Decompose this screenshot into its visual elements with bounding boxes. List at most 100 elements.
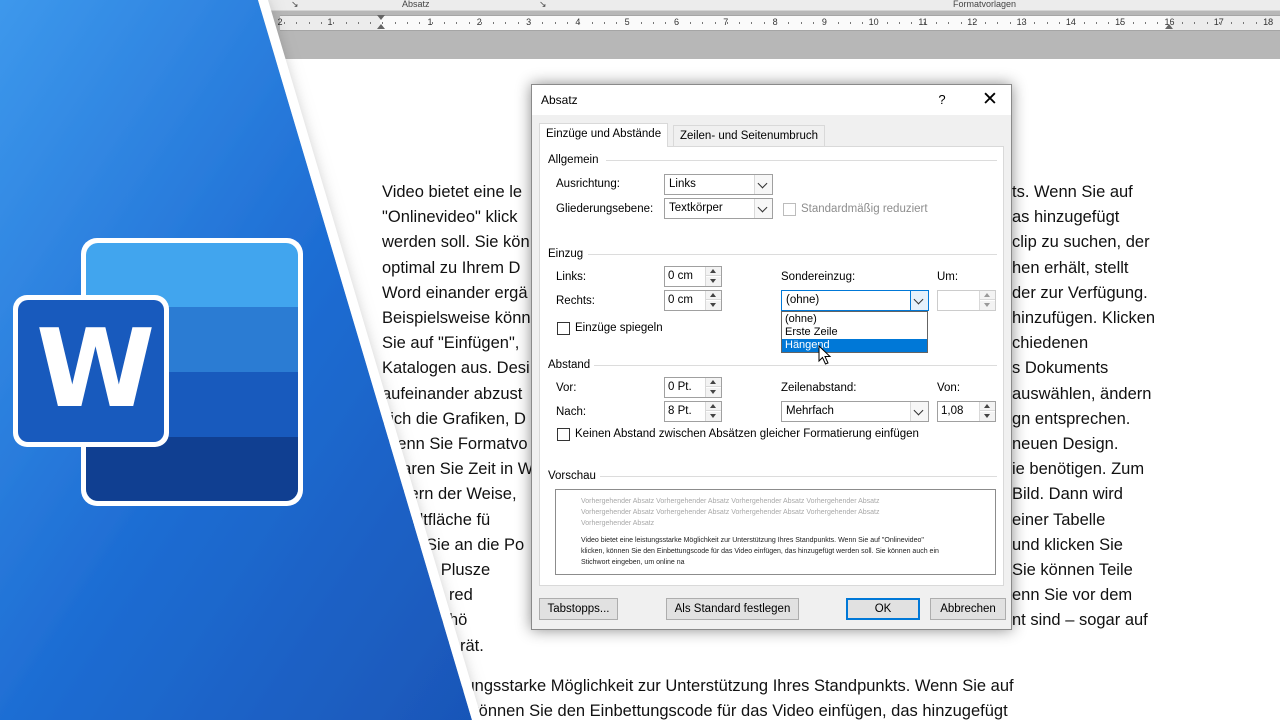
- tab-panel: Allgemein Ausrichtung: Links Gliederungs…: [539, 146, 1004, 586]
- ruler-tick: [948, 22, 950, 24]
- outline-level-select[interactable]: Textkörper: [664, 198, 773, 219]
- indent-left-label: Links:: [556, 271, 587, 283]
- special-indent-value: (ohne): [786, 294, 820, 306]
- indent-by-spinner[interactable]: [937, 290, 996, 311]
- spin-up-icon[interactable]: [706, 402, 721, 411]
- option-hanging[interactable]: Hängend: [782, 339, 927, 352]
- space-before-spinner[interactable]: 0 Pt.: [664, 377, 722, 398]
- ruler-tick: [862, 22, 864, 24]
- outline-level-value: Textkörper: [669, 202, 723, 214]
- space-after-label: Nach:: [556, 406, 587, 418]
- alignment-select[interactable]: Links: [664, 174, 773, 195]
- ruler-tick: [1083, 22, 1085, 24]
- right-indent-marker[interactable]: [1165, 24, 1173, 29]
- ruler-tick: [1058, 22, 1060, 24]
- ruler-tick: [763, 22, 765, 24]
- ruler-tick: [825, 22, 827, 24]
- ruler-tick: [1218, 22, 1220, 24]
- ruler-tick: [1243, 22, 1245, 24]
- spin-up-icon[interactable]: [980, 402, 995, 411]
- mirror-indents-label: Einzüge spiegeln: [575, 322, 663, 334]
- spin-up-icon[interactable]: [706, 267, 721, 276]
- ruler-tick: [788, 22, 790, 24]
- preview-previous-line: Vorhergehender Absatz Vorhergehender Abs…: [581, 509, 880, 516]
- ruler-tick: [1022, 22, 1023, 24]
- option-first-line[interactable]: Erste Zeile: [782, 326, 927, 339]
- spinner-buttons: [705, 291, 721, 310]
- document-line: und klicken Sie: [1012, 535, 1123, 554]
- space-before-value: 0 Pt.: [668, 381, 692, 393]
- ruler-tick: [960, 22, 962, 24]
- document-line: ts. Wenn Sie auf: [1012, 183, 1133, 201]
- ruler-tick: [1095, 22, 1097, 24]
- spin-down-icon[interactable]: [706, 412, 721, 421]
- line-spacing-at-spinner[interactable]: 1,08: [937, 401, 996, 422]
- ruler-number: 1: [327, 17, 333, 27]
- special-indent-select[interactable]: (ohne): [781, 290, 929, 311]
- ruler-tick: [874, 22, 876, 24]
- mirror-indents-checkbox[interactable]: [557, 322, 570, 335]
- ruler-tick: [653, 22, 654, 24]
- ribbon-strip: ↘ Absatz ↘ Formatvorlagen: [0, 0, 1280, 11]
- ruler-tick: [566, 22, 568, 24]
- ruler-tick: [308, 22, 310, 24]
- ruler-tick: [517, 22, 519, 24]
- document-body-continued[interactable]: et eine leistungsstarke Möglichkeit zur …: [382, 674, 1162, 720]
- spin-up-icon[interactable]: [706, 291, 721, 300]
- spinner-buttons: [705, 378, 721, 397]
- spinner-buttons: [705, 402, 721, 421]
- ruler-tick: [1206, 22, 1208, 24]
- ruler-tick: [419, 22, 421, 24]
- spin-down-icon[interactable]: [706, 277, 721, 286]
- ruler-tick: [1108, 22, 1110, 24]
- spin-up-icon[interactable]: [980, 291, 995, 300]
- spinner-buttons: [979, 291, 995, 310]
- ok-button[interactable]: OK: [846, 598, 920, 620]
- spin-down-icon[interactable]: [980, 412, 995, 421]
- hanging-indent-marker[interactable]: [377, 24, 385, 29]
- dialog-titlebar[interactable]: Absatz ? ✕: [532, 85, 1011, 115]
- space-before-label: Vor:: [556, 382, 577, 394]
- ruler-tick: [591, 22, 593, 24]
- ruler-tick: [849, 22, 851, 24]
- space-after-spinner[interactable]: 8 Pt.: [664, 401, 722, 422]
- horizontal-ruler[interactable]: 21123456789101112131415161718: [277, 15, 1280, 31]
- chevron-down-icon[interactable]: [754, 175, 772, 194]
- tab-indents-spacing[interactable]: Einzüge und Abstände: [539, 123, 669, 147]
- spinner-buttons: [705, 267, 721, 286]
- alignment-value: Links: [669, 178, 696, 190]
- indent-by-label: Um:: [937, 271, 959, 283]
- chevron-down-icon[interactable]: [910, 402, 928, 421]
- indent-right-value: 0 cm: [668, 294, 693, 306]
- word-logo-letter: W: [36, 307, 156, 432]
- ruler-tick: [493, 22, 495, 24]
- spin-down-icon[interactable]: [706, 301, 721, 310]
- tab-line-page-breaks[interactable]: Zeilen- und Seitenumbruch: [673, 125, 826, 146]
- spin-up-icon[interactable]: [706, 378, 721, 387]
- line-spacing-select[interactable]: Mehrfach: [781, 401, 929, 422]
- ruler-tick: [468, 22, 470, 24]
- chevron-down-icon[interactable]: [910, 291, 928, 310]
- help-button[interactable]: ?: [930, 89, 954, 111]
- space-after-value: 8 Pt.: [668, 405, 692, 417]
- dialog-launcher-icon[interactable]: ↘: [291, 0, 299, 10]
- no-space-same-style-checkbox[interactable]: [557, 428, 570, 441]
- spin-down-icon[interactable]: [706, 388, 721, 397]
- tabs-button[interactable]: Tabstopps...: [539, 598, 618, 620]
- dialog-launcher-icon[interactable]: ↘: [539, 0, 547, 10]
- ruler-tick: [751, 22, 753, 24]
- document-line: chiedenen: [1012, 334, 1089, 353]
- indent-right-spinner[interactable]: 0 cm: [664, 290, 722, 311]
- set-as-default-button[interactable]: Als Standard festlegen: [666, 598, 799, 620]
- ribbon-group-styles: Formatvorlagen: [953, 0, 1017, 9]
- ruler-tick: [1120, 22, 1122, 24]
- option-none[interactable]: (ohne): [782, 313, 927, 326]
- collapsed-by-default-checkbox[interactable]: [783, 203, 796, 216]
- line-spacing-at-value: 1,08: [941, 405, 964, 417]
- cancel-button[interactable]: Abbrechen: [930, 598, 1006, 620]
- first-line-indent-marker[interactable]: [377, 15, 385, 20]
- indent-left-spinner[interactable]: 0 cm: [664, 266, 722, 287]
- spin-down-icon[interactable]: [980, 301, 995, 310]
- chevron-down-icon[interactable]: [754, 199, 772, 218]
- close-button[interactable]: ✕: [975, 88, 1005, 112]
